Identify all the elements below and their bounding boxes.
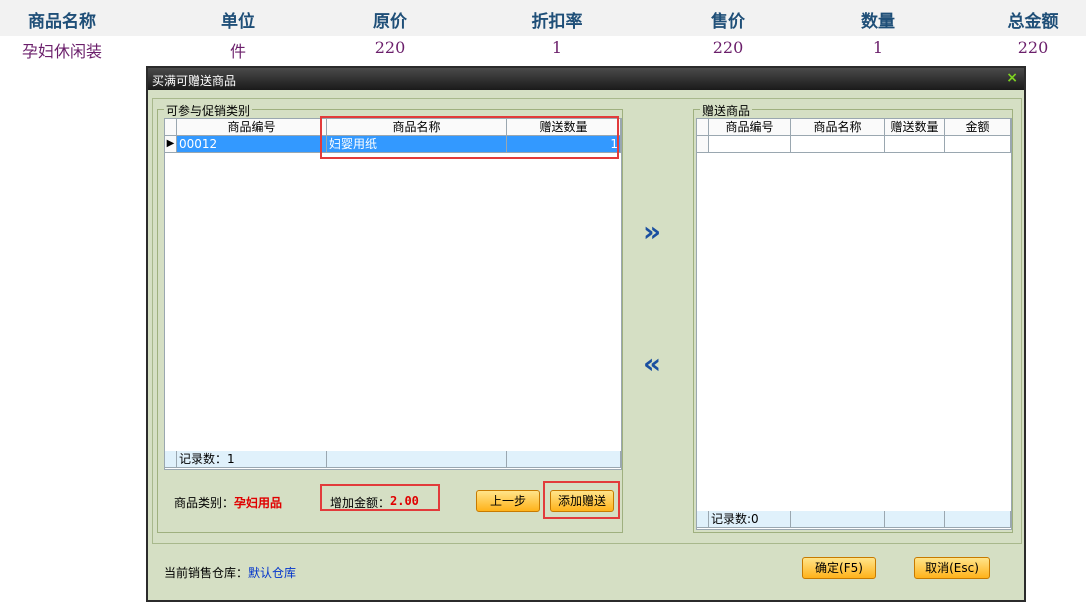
empty-cell[interactable] [709, 136, 791, 153]
promo-category-legend: 可参与促销类别 [164, 102, 253, 119]
empty-cell[interactable] [945, 136, 1011, 153]
cell-original-price[interactable]: 220 [375, 38, 406, 57]
cell-total[interactable]: 220 [1018, 38, 1049, 57]
cell-sale-price[interactable]: 220 [713, 38, 744, 57]
add-amount-label: 增加金额： [330, 496, 391, 510]
gift-grid[interactable]: 商品编号 商品名称 赠送数量 金额 记录数:0 [696, 118, 1012, 530]
promo-record-count: 记录数：1 [177, 451, 327, 468]
col-amount[interactable]: 金额 [945, 119, 1011, 136]
header-total: 总金额 [1007, 12, 1059, 32]
move-right-icon[interactable]: » [643, 215, 661, 248]
promo-grid-header: 商品编号 商品名称 赠送数量 [165, 119, 621, 136]
header-original-price: 原价 [373, 12, 407, 32]
close-icon[interactable]: × [1006, 70, 1018, 86]
gift-products-group: 赠送商品 商品编号 商品名称 赠送数量 金额 记录数:0 [693, 102, 1013, 533]
footer-cell [885, 511, 945, 528]
cell-discount[interactable]: 1 [552, 38, 562, 57]
row-gift-qty[interactable]: 1 [507, 136, 621, 153]
row-pointer-icon: ▶ [165, 136, 177, 153]
footer-cell [507, 451, 621, 468]
warehouse-label: 当前销售仓库： [164, 566, 249, 580]
dialog-body: 可参与促销类别 商品编号 商品名称 赠送数量 ▶ 00012 妇婴用纸 1 记录… [152, 98, 1022, 544]
gift-grid-header: 商品编号 商品名称 赠送数量 金额 [697, 119, 1011, 136]
footer-indicator [697, 511, 709, 528]
header-discount: 折扣率 [531, 12, 583, 32]
col-product-code[interactable]: 商品编号 [709, 119, 791, 136]
cell-unit[interactable]: 件 [230, 38, 246, 62]
category-value: 孕妇用品 [234, 496, 283, 510]
footer-cell [327, 451, 507, 468]
row-indicator-header [165, 119, 177, 136]
col-product-name[interactable]: 商品名称 [327, 119, 507, 136]
row-indicator [697, 136, 709, 153]
promo-category-group: 可参与促销类别 商品编号 商品名称 赠送数量 ▶ 00012 妇婴用纸 1 记录… [157, 102, 623, 533]
header-sale-price: 售价 [711, 12, 745, 32]
footer-cell [791, 511, 885, 528]
promo-grid-footer: 记录数：1 [165, 451, 621, 468]
promo-grid[interactable]: 商品编号 商品名称 赠送数量 ▶ 00012 妇婴用纸 1 记录数：1 [164, 118, 622, 470]
row-product-name[interactable]: 妇婴用纸 [327, 136, 507, 153]
empty-cell[interactable] [885, 136, 945, 153]
move-left-icon[interactable]: « [643, 347, 661, 380]
header-quantity: 数量 [861, 12, 895, 32]
header-unit: 单位 [221, 12, 255, 32]
warehouse-value[interactable]: 默认仓库 [248, 564, 296, 581]
ok-button[interactable]: 确定(F5) [802, 557, 876, 579]
dialog-title: 买满可赠送商品 [152, 74, 237, 88]
col-product-code[interactable]: 商品编号 [177, 119, 327, 136]
gift-grid-footer: 记录数:0 [697, 511, 1011, 528]
footer-indicator [165, 451, 177, 468]
empty-cell[interactable] [791, 136, 885, 153]
cell-quantity[interactable]: 1 [873, 38, 883, 57]
table-row[interactable] [697, 136, 1011, 153]
row-indicator-header [697, 119, 709, 136]
gift-dialog: 买满可赠送商品 × 可参与促销类别 商品编号 商品名称 赠送数量 ▶ 00012… [146, 66, 1026, 602]
dialog-titlebar[interactable]: 买满可赠送商品 × [148, 68, 1024, 90]
row-product-code[interactable]: 00012 [177, 136, 327, 153]
table-row[interactable]: ▶ 00012 妇婴用纸 1 [165, 136, 621, 153]
col-product-name[interactable]: 商品名称 [791, 119, 885, 136]
prev-step-button[interactable]: 上一步 [476, 490, 540, 512]
footer-cell [945, 511, 1011, 528]
gift-products-legend: 赠送商品 [700, 102, 753, 119]
col-gift-qty[interactable]: 赠送数量 [507, 119, 621, 136]
gift-record-count: 记录数:0 [709, 511, 791, 528]
cell-product-name[interactable]: 孕妇休闲装 [22, 38, 102, 62]
col-gift-qty[interactable]: 赠送数量 [885, 119, 945, 136]
category-label: 商品类别： [174, 496, 235, 510]
header-product-name: 商品名称 [28, 12, 96, 32]
add-gift-button[interactable]: 添加赠送 [550, 490, 614, 512]
add-amount-value: 2.00 [390, 494, 419, 508]
cancel-button[interactable]: 取消(Esc) [914, 557, 990, 579]
